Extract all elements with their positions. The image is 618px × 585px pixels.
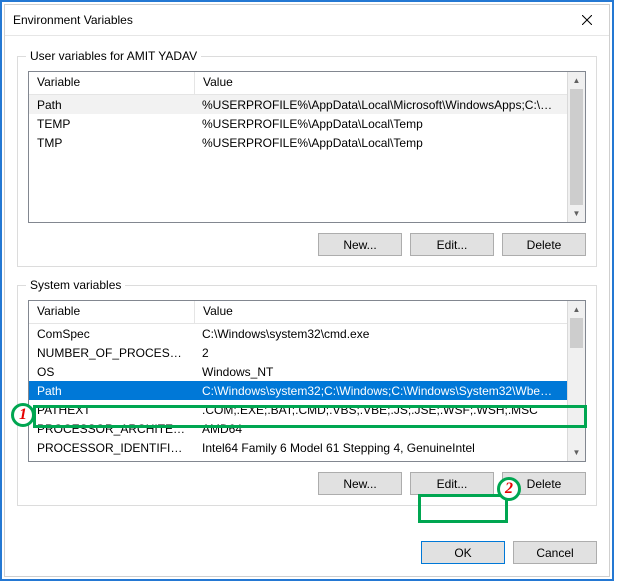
scroll-thumb[interactable]: [570, 89, 583, 205]
close-button[interactable]: [564, 5, 609, 35]
scroll-down-icon[interactable]: ▼: [568, 205, 585, 222]
table-row[interactable]: PROCESSOR_IDENTIFIER Intel64 Family 6 Mo…: [29, 438, 568, 457]
scrollbar[interactable]: ▲ ▼: [567, 72, 585, 222]
sys-row-value: C:\Windows\system32\cmd.exe: [194, 327, 568, 341]
user-row-value: %USERPROFILE%\AppData\Local\Temp: [194, 117, 568, 131]
user-group-legend: User variables for AMIT YADAV: [26, 49, 201, 63]
user-variables-list[interactable]: Variable Value Path %USERPROFILE%\AppDat…: [28, 71, 586, 223]
system-new-button[interactable]: New...: [318, 472, 402, 495]
system-edit-button[interactable]: Edit...: [410, 472, 494, 495]
titlebar[interactable]: Environment Variables: [5, 5, 609, 36]
sys-row-name: OS: [29, 365, 194, 379]
user-buttons: New... Edit... Delete: [28, 233, 586, 256]
system-header-variable[interactable]: Variable: [29, 301, 194, 323]
sys-row-name: PROCESSOR_ARCHITECTURE: [29, 422, 194, 436]
table-row[interactable]: PATHEXT .COM;.EXE;.BAT;.CMD;.VBS;.VBE;.J…: [29, 400, 568, 419]
user-row-value: %USERPROFILE%\AppData\Local\Microsoft\Wi…: [194, 98, 568, 112]
sys-row-value: C:\Windows\system32;C:\Windows;C:\Window…: [194, 384, 568, 398]
user-delete-button[interactable]: Delete: [502, 233, 586, 256]
user-new-button[interactable]: New...: [318, 233, 402, 256]
system-header-value[interactable]: Value: [195, 301, 568, 323]
system-list-header: Variable Value: [29, 301, 568, 324]
user-edit-button[interactable]: Edit...: [410, 233, 494, 256]
sys-row-name: PATHEXT: [29, 403, 194, 417]
user-list-header: Variable Value: [29, 72, 568, 95]
scroll-thumb[interactable]: [570, 318, 583, 348]
table-row[interactable]: TEMP %USERPROFILE%\AppData\Local\Temp: [29, 114, 568, 133]
content-area: User variables for AMIT YADAV Variable V…: [5, 36, 609, 529]
system-delete-button[interactable]: Delete: [502, 472, 586, 495]
ok-button[interactable]: OK: [421, 541, 505, 564]
scroll-up-icon[interactable]: ▲: [568, 72, 585, 89]
table-row[interactable]: Path C:\Windows\system32;C:\Windows;C:\W…: [29, 381, 568, 400]
sys-row-name: PROCESSOR_IDENTIFIER: [29, 441, 194, 455]
dialog-footer: OK Cancel: [5, 529, 609, 576]
table-row[interactable]: OS Windows_NT: [29, 362, 568, 381]
table-row[interactable]: NUMBER_OF_PROCESSORS 2: [29, 343, 568, 362]
sys-row-name: Path: [29, 384, 194, 398]
sys-row-name: ComSpec: [29, 327, 194, 341]
close-icon: [582, 15, 592, 25]
cancel-button[interactable]: Cancel: [513, 541, 597, 564]
table-row[interactable]: ComSpec C:\Windows\system32\cmd.exe: [29, 324, 568, 343]
env-vars-dialog: Environment Variables User variables for…: [4, 4, 610, 577]
user-row-name: TEMP: [29, 117, 194, 131]
system-buttons: New... Edit... Delete: [28, 472, 586, 495]
scroll-up-icon[interactable]: ▲: [568, 301, 585, 318]
sys-row-value: .COM;.EXE;.BAT;.CMD;.VBS;.VBE;.JS;.JSE;.…: [194, 403, 568, 417]
user-header-variable[interactable]: Variable: [29, 72, 194, 94]
table-row[interactable]: Path %USERPROFILE%\AppData\Local\Microso…: [29, 95, 568, 114]
scrollbar[interactable]: ▲ ▼: [567, 301, 585, 461]
system-group-legend: System variables: [26, 278, 125, 292]
table-row[interactable]: PROCESSOR_ARCHITECTURE AMD64: [29, 419, 568, 438]
system-variables-list[interactable]: Variable Value ComSpec C:\Windows\system…: [28, 300, 586, 462]
sys-row-value: Windows_NT: [194, 365, 568, 379]
user-header-value[interactable]: Value: [195, 72, 568, 94]
system-variables-group: System variables Variable Value ComSpec …: [17, 285, 597, 506]
sys-row-value: 2: [194, 346, 568, 360]
table-row[interactable]: TMP %USERPROFILE%\AppData\Local\Temp: [29, 133, 568, 152]
user-row-name: TMP: [29, 136, 194, 150]
sys-row-value: Intel64 Family 6 Model 61 Stepping 4, Ge…: [194, 441, 568, 455]
user-variables-group: User variables for AMIT YADAV Variable V…: [17, 56, 597, 267]
sys-row-value: AMD64: [194, 422, 568, 436]
user-row-name: Path: [29, 98, 194, 112]
sys-row-name: NUMBER_OF_PROCESSORS: [29, 346, 194, 360]
window-title: Environment Variables: [13, 13, 564, 27]
user-row-value: %USERPROFILE%\AppData\Local\Temp: [194, 136, 568, 150]
scroll-down-icon[interactable]: ▼: [568, 444, 585, 461]
